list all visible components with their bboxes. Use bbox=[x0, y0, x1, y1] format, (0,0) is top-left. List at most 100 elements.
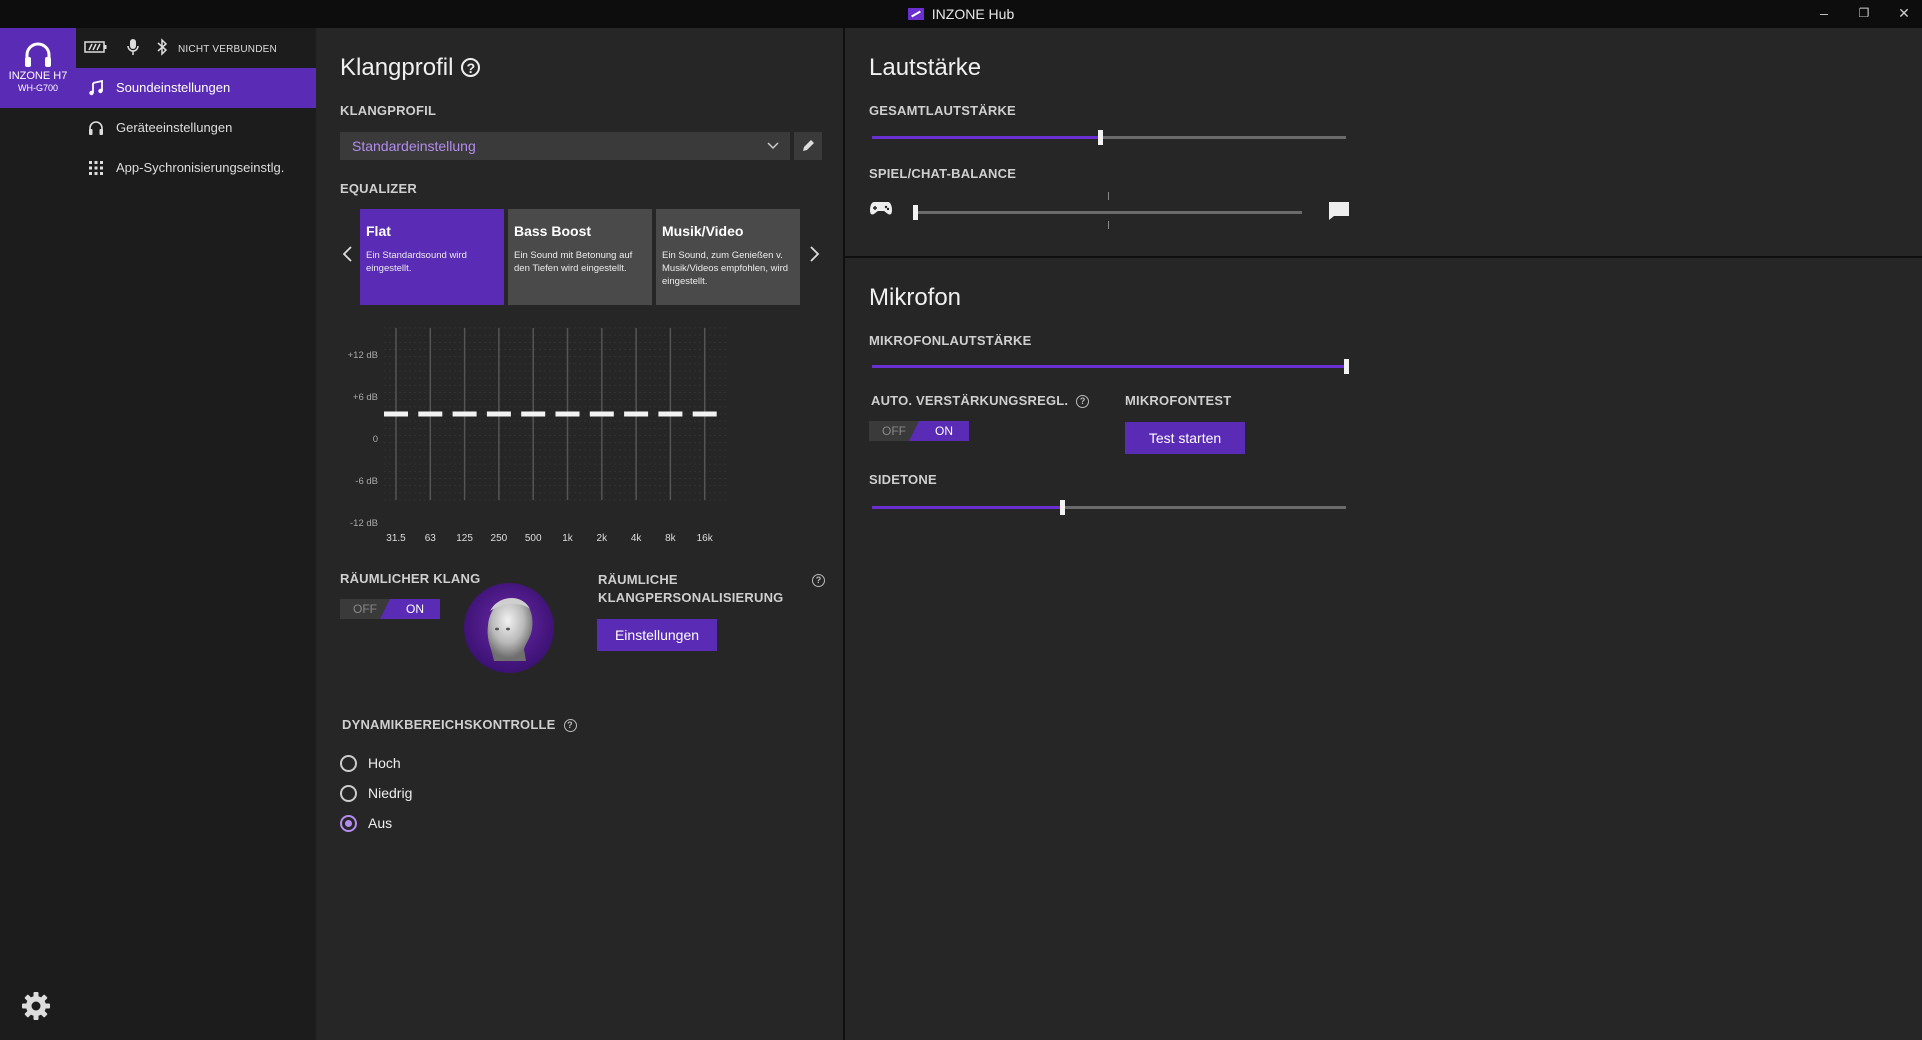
master-volume-slider[interactable] bbox=[872, 130, 1346, 145]
eq-band-handle[interactable] bbox=[555, 411, 580, 417]
eq-band-handle[interactable] bbox=[589, 411, 614, 417]
eq-band-handle[interactable] bbox=[521, 411, 546, 417]
sound-profile-dropdown[interactable]: Standardeinstellung bbox=[340, 132, 790, 160]
eq-band-handle[interactable] bbox=[692, 411, 717, 417]
sidebar-nav: NICHT VERBUNDEN Soundeinstellungen Gerät… bbox=[76, 28, 316, 1040]
mic-volume-slider[interactable] bbox=[872, 359, 1349, 374]
drc-option-high[interactable]: Hoch bbox=[340, 754, 401, 774]
preset-card-flat[interactable]: Flat Ein Standardsound wird eingestellt. bbox=[360, 209, 504, 305]
slider-thumb[interactable] bbox=[1059, 500, 1065, 515]
start-mic-test-button[interactable]: Test starten bbox=[1125, 422, 1245, 454]
volume-title: Lautstärke bbox=[869, 54, 982, 81]
help-icon[interactable]: ? bbox=[563, 719, 577, 732]
pencil-icon bbox=[803, 140, 814, 151]
preset-card-music-video[interactable]: Musik/Video Ein Sound, zum Genießen v. M… bbox=[656, 209, 800, 305]
radio-button-selected[interactable] bbox=[340, 815, 357, 832]
radio-button[interactable] bbox=[340, 755, 357, 772]
spatial-personalization-label: RÄUMLICHE KLANGPERSONALISIERUNG bbox=[598, 572, 784, 605]
agc-label: AUTO. VERSTÄRKUNGSREGL.? bbox=[871, 393, 1090, 408]
volume-mic-panel: Lautstärke GESAMTLAUTSTÄRKE SPIEL/CHAT-B… bbox=[845, 28, 1922, 1040]
spatial-settings-button[interactable]: Einstellungen bbox=[597, 619, 717, 651]
slider-thumb[interactable] bbox=[1097, 130, 1103, 145]
head-silhouette-icon bbox=[487, 597, 533, 661]
nav-item-app-sync[interactable]: App-Sychronisierungseinstlg. bbox=[76, 148, 316, 188]
sound-profile-panel: Klangprofil? KLANGPROFIL Standardeinstel… bbox=[316, 28, 843, 1040]
slider-thumb[interactable] bbox=[913, 205, 918, 220]
nav-item-label: Geräteeinstellungen bbox=[116, 120, 233, 135]
sound-profile-label: KLANGPROFIL bbox=[340, 103, 437, 118]
balance-center-tick bbox=[1108, 221, 1109, 229]
window-title: INZONE Hub bbox=[0, 6, 1922, 22]
eq-band-handle[interactable] bbox=[384, 411, 408, 417]
chat-bubble-icon bbox=[1329, 202, 1349, 220]
radio-button[interactable] bbox=[340, 785, 357, 802]
title-bar: INZONE Hub – ❐ ✕ bbox=[0, 0, 1922, 28]
preset-description: Ein Sound, zum Genießen v. Musik/Videos … bbox=[662, 250, 789, 287]
restore-button[interactable]: ❐ bbox=[1844, 0, 1884, 28]
balance-center-tick bbox=[1108, 192, 1109, 200]
microphone-title: Mikrofon bbox=[869, 284, 962, 311]
drc-label: DYNAMIKBEREICHSKONTROLLE? bbox=[342, 717, 577, 732]
slider-fill bbox=[872, 136, 1100, 139]
eq-frequency-label: 16k bbox=[696, 533, 713, 544]
spatial-head-avatar bbox=[464, 583, 554, 673]
edit-profile-button[interactable] bbox=[794, 132, 822, 160]
eq-band-handle[interactable] bbox=[452, 411, 477, 417]
sidetone-slider[interactable] bbox=[872, 500, 1346, 515]
gear-icon[interactable] bbox=[20, 990, 52, 1022]
spatial-sound-toggle[interactable]: OFF ON bbox=[340, 599, 440, 619]
master-volume-label: GESAMTLAUTSTÄRKE bbox=[869, 103, 1016, 118]
preset-description: Ein Sound mit Betonung auf den Tiefen wi… bbox=[514, 250, 633, 274]
page-title: Klangprofil? bbox=[340, 54, 481, 82]
toggle-on-label: ON bbox=[909, 421, 969, 441]
headphones-icon bbox=[89, 121, 103, 135]
spatial-sound-label: RÄUMLICHER KLANG bbox=[340, 571, 481, 586]
grid-icon bbox=[89, 161, 103, 175]
help-icon[interactable]: ? bbox=[1076, 395, 1090, 408]
bluetooth-icon bbox=[157, 38, 168, 56]
slider-track bbox=[915, 211, 1302, 214]
sidetone-label: SIDETONE bbox=[869, 472, 937, 487]
eq-band-handle[interactable] bbox=[624, 411, 649, 417]
equalizer-plot bbox=[384, 327, 728, 501]
nav-item-sound-settings[interactable]: Soundeinstellungen bbox=[76, 68, 316, 108]
balance-label: SPIEL/CHAT-BALANCE bbox=[869, 166, 1017, 181]
device-model: WH-G700 bbox=[17, 83, 58, 93]
preset-description: Ein Standardsound wird eingestellt. bbox=[366, 250, 467, 274]
slider-fill bbox=[872, 365, 1346, 368]
nav-item-label: Soundeinstellungen bbox=[116, 80, 231, 95]
preset-name: Flat bbox=[366, 223, 391, 239]
device-tile[interactable]: INZONE H7 WH-G700 bbox=[0, 28, 76, 108]
agc-toggle[interactable]: OFF ON bbox=[869, 421, 969, 441]
battery-icon bbox=[84, 41, 107, 53]
mic-volume-label: MIKROFONLAUTSTÄRKE bbox=[869, 333, 1032, 348]
toggle-on-label: ON bbox=[380, 599, 440, 619]
help-icon[interactable]: ? bbox=[461, 58, 481, 77]
microphone-icon bbox=[127, 39, 139, 55]
drc-option-low[interactable]: Niedrig bbox=[340, 784, 412, 804]
section-divider bbox=[845, 256, 1922, 258]
minimize-button[interactable]: – bbox=[1804, 0, 1844, 28]
nav-item-label: App-Sychronisierungseinstlg. bbox=[116, 160, 285, 175]
chevron-left-icon[interactable] bbox=[340, 244, 356, 264]
chevron-right-icon[interactable] bbox=[806, 244, 822, 264]
preset-card-bass-boost[interactable]: Bass Boost Ein Sound mit Betonung auf de… bbox=[508, 209, 652, 305]
connection-status: NICHT VERBUNDEN bbox=[178, 44, 277, 55]
device-name: INZONE H7 bbox=[8, 70, 68, 82]
help-icon[interactable]: ? bbox=[812, 574, 825, 587]
slider-fill bbox=[872, 506, 1062, 509]
equalizer-label: EQUALIZER bbox=[340, 181, 417, 196]
gamepad-icon bbox=[870, 202, 892, 215]
equalizer-graph: +12 dB +6 dB 0 -6 dB -12 dB 31.5 63 125 250… bbox=[336, 320, 826, 550]
game-chat-balance-slider[interactable] bbox=[913, 205, 1302, 220]
sound-profile-value: Standardeinstellung bbox=[352, 138, 476, 154]
preset-name: Bass Boost bbox=[514, 223, 592, 239]
close-button[interactable]: ✕ bbox=[1884, 0, 1922, 28]
mic-test-label: MIKROFONTEST bbox=[1125, 393, 1232, 408]
drc-option-off[interactable]: Aus bbox=[340, 814, 392, 834]
eq-band-handle[interactable] bbox=[418, 411, 443, 417]
slider-thumb[interactable] bbox=[1344, 359, 1349, 374]
eq-band-handle[interactable] bbox=[658, 411, 683, 417]
eq-band-handle[interactable] bbox=[486, 411, 511, 417]
nav-item-device-settings[interactable]: Geräteeinstellungen bbox=[76, 108, 316, 148]
